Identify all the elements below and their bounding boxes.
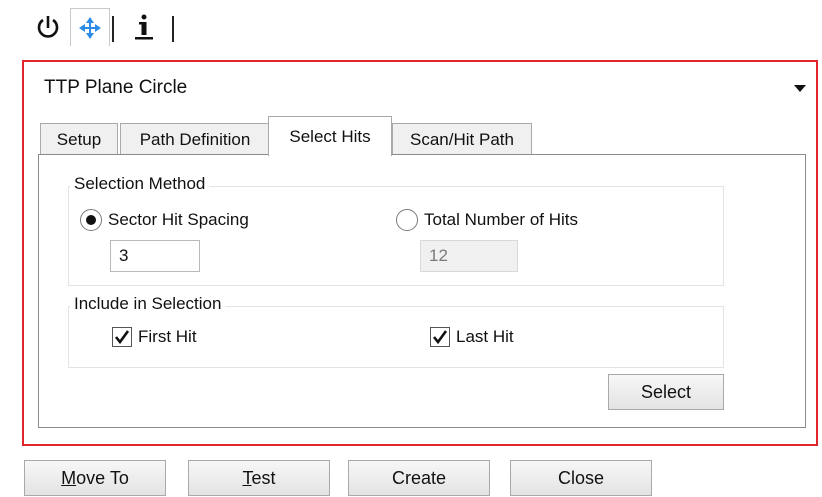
- total-number-of-hits-label: Total Number of Hits: [424, 210, 578, 229]
- tab-scan-hit-path[interactable]: Scan/Hit Path: [392, 123, 532, 155]
- info-icon: [135, 14, 153, 40]
- move-to-button[interactable]: Move To: [24, 460, 166, 496]
- power-icon: [37, 16, 59, 38]
- selection-method-title: Selection Method: [70, 174, 210, 194]
- mnemonic-letter: M: [61, 467, 77, 488]
- tab-path-definition[interactable]: Path Definition: [120, 123, 270, 155]
- tab-setup[interactable]: Setup: [40, 123, 118, 155]
- create-button-label: Create: [391, 467, 447, 488]
- tab-label: Setup: [56, 129, 102, 149]
- last-hit-checkbox[interactable]: [430, 327, 450, 347]
- first-hit-label: First Hit: [138, 327, 197, 346]
- move-arrows-icon: [79, 16, 101, 39]
- tab-select-hits[interactable]: Select Hits: [268, 116, 392, 156]
- sector-hit-spacing-input[interactable]: 3: [110, 240, 200, 272]
- chevron-down-icon[interactable]: [794, 85, 806, 92]
- close-button[interactable]: Close: [510, 460, 652, 496]
- feature-dropdown-value: TTP Plane Circle: [44, 77, 188, 98]
- radio-selected-dot: [86, 215, 96, 225]
- create-button[interactable]: Create: [348, 460, 490, 496]
- total-number-of-hits-input[interactable]: 12: [420, 240, 518, 272]
- test-button-label: Test: [242, 468, 275, 489]
- last-hit-label: Last Hit: [456, 327, 514, 346]
- checkmark-icon: [114, 330, 130, 345]
- total-number-of-hits-radio[interactable]: [396, 209, 418, 231]
- toolbar-separator: [172, 16, 174, 42]
- select-button[interactable]: Select: [608, 374, 724, 410]
- first-hit-checkbox[interactable]: [112, 327, 132, 347]
- move-to-rest: ove To: [76, 467, 129, 488]
- select-button-label: Select: [640, 381, 692, 402]
- checkmark-icon: [432, 330, 448, 345]
- sector-hit-spacing-label: Sector Hit Spacing: [108, 210, 249, 229]
- include-in-selection-title: Include in Selection: [70, 294, 226, 314]
- toolbar-separator: [112, 16, 114, 42]
- tab-label: Scan/Hit Path: [410, 129, 514, 149]
- sector-hit-spacing-radio[interactable]: [80, 209, 102, 231]
- tab-move[interactable]: [70, 8, 110, 46]
- move-to-button-label: Move To: [61, 468, 129, 489]
- test-button[interactable]: Test: [188, 460, 330, 496]
- tab-info[interactable]: [118, 8, 170, 46]
- feature-dropdown[interactable]: TTP Plane Circle: [32, 70, 816, 106]
- close-button-label: Close: [557, 467, 605, 488]
- tab-label: Select Hits: [289, 126, 371, 146]
- test-rest: est: [251, 467, 276, 488]
- tab-power[interactable]: [26, 8, 70, 46]
- tab-label: Path Definition: [139, 129, 251, 149]
- toolbar-tabs: [26, 8, 176, 46]
